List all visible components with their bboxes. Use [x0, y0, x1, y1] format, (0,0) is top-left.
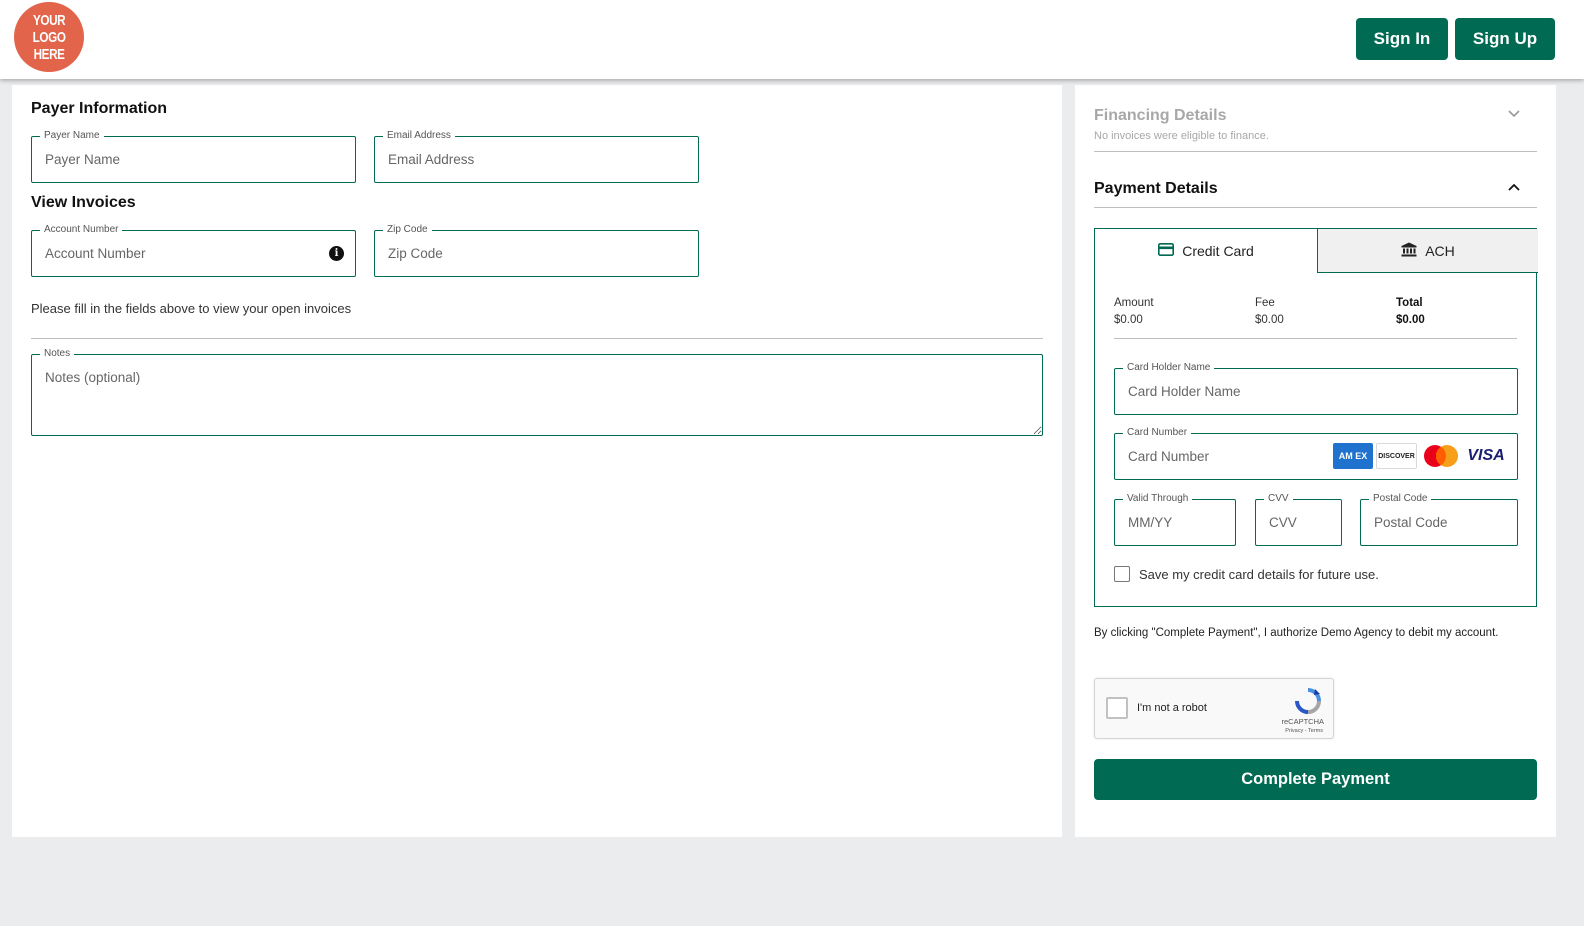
complete-payment-button[interactable]: Complete Payment — [1094, 759, 1537, 800]
save-card-checkbox[interactable] — [1114, 566, 1130, 582]
summary-divider — [1114, 338, 1517, 339]
financing-details-title[interactable]: Financing Details — [1094, 107, 1226, 125]
mastercard-logo — [1420, 443, 1462, 469]
payer-name-input[interactable] — [32, 137, 355, 182]
notes-field[interactable]: Notes — [31, 348, 1043, 436]
account-number-input[interactable] — [32, 231, 355, 276]
financing-details-subtitle: No invoices were eligible to finance. — [1094, 130, 1269, 142]
card-holder-field[interactable]: Card Holder Name — [1114, 362, 1518, 415]
payment-method-tabs: Credit Card ACH Amount $0.00 Fee $0.00 T… — [1094, 228, 1538, 607]
view-invoices-title: View Invoices — [31, 194, 136, 211]
tab-credit-card-label: Credit Card — [1182, 243, 1254, 259]
cvv-input[interactable] — [1256, 500, 1341, 545]
cvv-field[interactable]: CVV — [1255, 493, 1342, 546]
recaptcha-widget: I'm not a robot reCAPTCHA Privacy - Term… — [1094, 678, 1334, 739]
valid-through-field[interactable]: Valid Through — [1114, 493, 1236, 546]
card-holder-input[interactable] — [1115, 369, 1517, 414]
authorization-text: By clicking "Complete Payment", I author… — [1094, 627, 1499, 639]
postal-code-input[interactable] — [1361, 500, 1517, 545]
top-bar: YOUR LOGO HERE Sign In Sign Up — [0, 0, 1584, 79]
amount-value: $0.00 — [1114, 314, 1143, 326]
payer-name-field[interactable]: Payer Name — [31, 130, 356, 183]
sign-in-button[interactable]: Sign In — [1356, 18, 1448, 60]
valid-through-input[interactable] — [1115, 500, 1235, 545]
payment-panel: Financing Details No invoices were eligi… — [1075, 85, 1556, 837]
fee-summary: Fee $0.00 — [1255, 295, 1284, 329]
recaptcha-brand: reCAPTCHA — [1281, 717, 1324, 726]
total-summary: Total $0.00 — [1396, 295, 1425, 329]
financing-divider — [1094, 151, 1537, 152]
invoice-panel: Payer Information Payer Name Email Addre… — [12, 85, 1062, 837]
zip-code-field[interactable]: Zip Code — [374, 224, 699, 277]
company-logo[interactable]: YOUR LOGO HERE — [14, 2, 84, 72]
notes-textarea[interactable] — [32, 355, 1042, 435]
recaptcha-checkbox[interactable] — [1106, 697, 1128, 719]
total-label: Total — [1396, 297, 1423, 309]
tab-ach[interactable]: ACH — [1317, 229, 1538, 273]
sign-up-button[interactable]: Sign Up — [1455, 18, 1555, 60]
fee-label: Fee — [1255, 297, 1275, 309]
total-value: $0.00 — [1396, 314, 1425, 326]
payment-divider — [1094, 207, 1537, 208]
fee-value: $0.00 — [1255, 314, 1284, 326]
invoices-helper-text: Please fill in the fields above to view … — [31, 301, 352, 316]
zip-code-input[interactable] — [375, 231, 698, 276]
bank-icon — [1401, 242, 1417, 260]
logo-text: YOUR LOGO HERE — [32, 11, 66, 63]
credit-card-icon — [1158, 243, 1175, 259]
recaptcha-label: I'm not a robot — [1137, 702, 1207, 714]
tab-credit-card[interactable]: Credit Card — [1095, 229, 1317, 273]
recaptcha-icon — [1293, 687, 1323, 715]
email-address-field[interactable]: Email Address — [374, 130, 699, 183]
amex-logo: AM EX — [1333, 443, 1373, 469]
discover-logo: DISCOVER — [1376, 443, 1417, 469]
payer-information-title: Payer Information — [31, 100, 168, 117]
tab-ach-label: ACH — [1425, 242, 1455, 259]
account-number-field[interactable]: Account Number i — [31, 224, 356, 277]
info-icon[interactable]: i — [329, 246, 344, 261]
postal-code-field[interactable]: Postal Code — [1360, 493, 1518, 546]
amount-summary: Amount $0.00 — [1114, 295, 1154, 329]
chevron-up-icon[interactable] — [1507, 180, 1521, 194]
chevron-down-icon[interactable] — [1507, 107, 1521, 121]
payment-details-title[interactable]: Payment Details — [1094, 180, 1218, 198]
save-card-label: Save my credit card details for future u… — [1139, 566, 1379, 582]
save-card-row[interactable]: Save my credit card details for future u… — [1114, 566, 1379, 582]
card-number-field[interactable]: Card Number AM EX DISCOVER VISA — [1114, 427, 1518, 480]
amount-label: Amount — [1114, 297, 1154, 309]
recaptcha-links[interactable]: Privacy - Terms — [1285, 728, 1323, 734]
section-divider — [31, 338, 1043, 339]
email-address-input[interactable] — [375, 137, 698, 182]
card-brand-logos: AM EX DISCOVER VISA — [1333, 443, 1507, 469]
visa-logo: VISA — [1467, 447, 1505, 464]
